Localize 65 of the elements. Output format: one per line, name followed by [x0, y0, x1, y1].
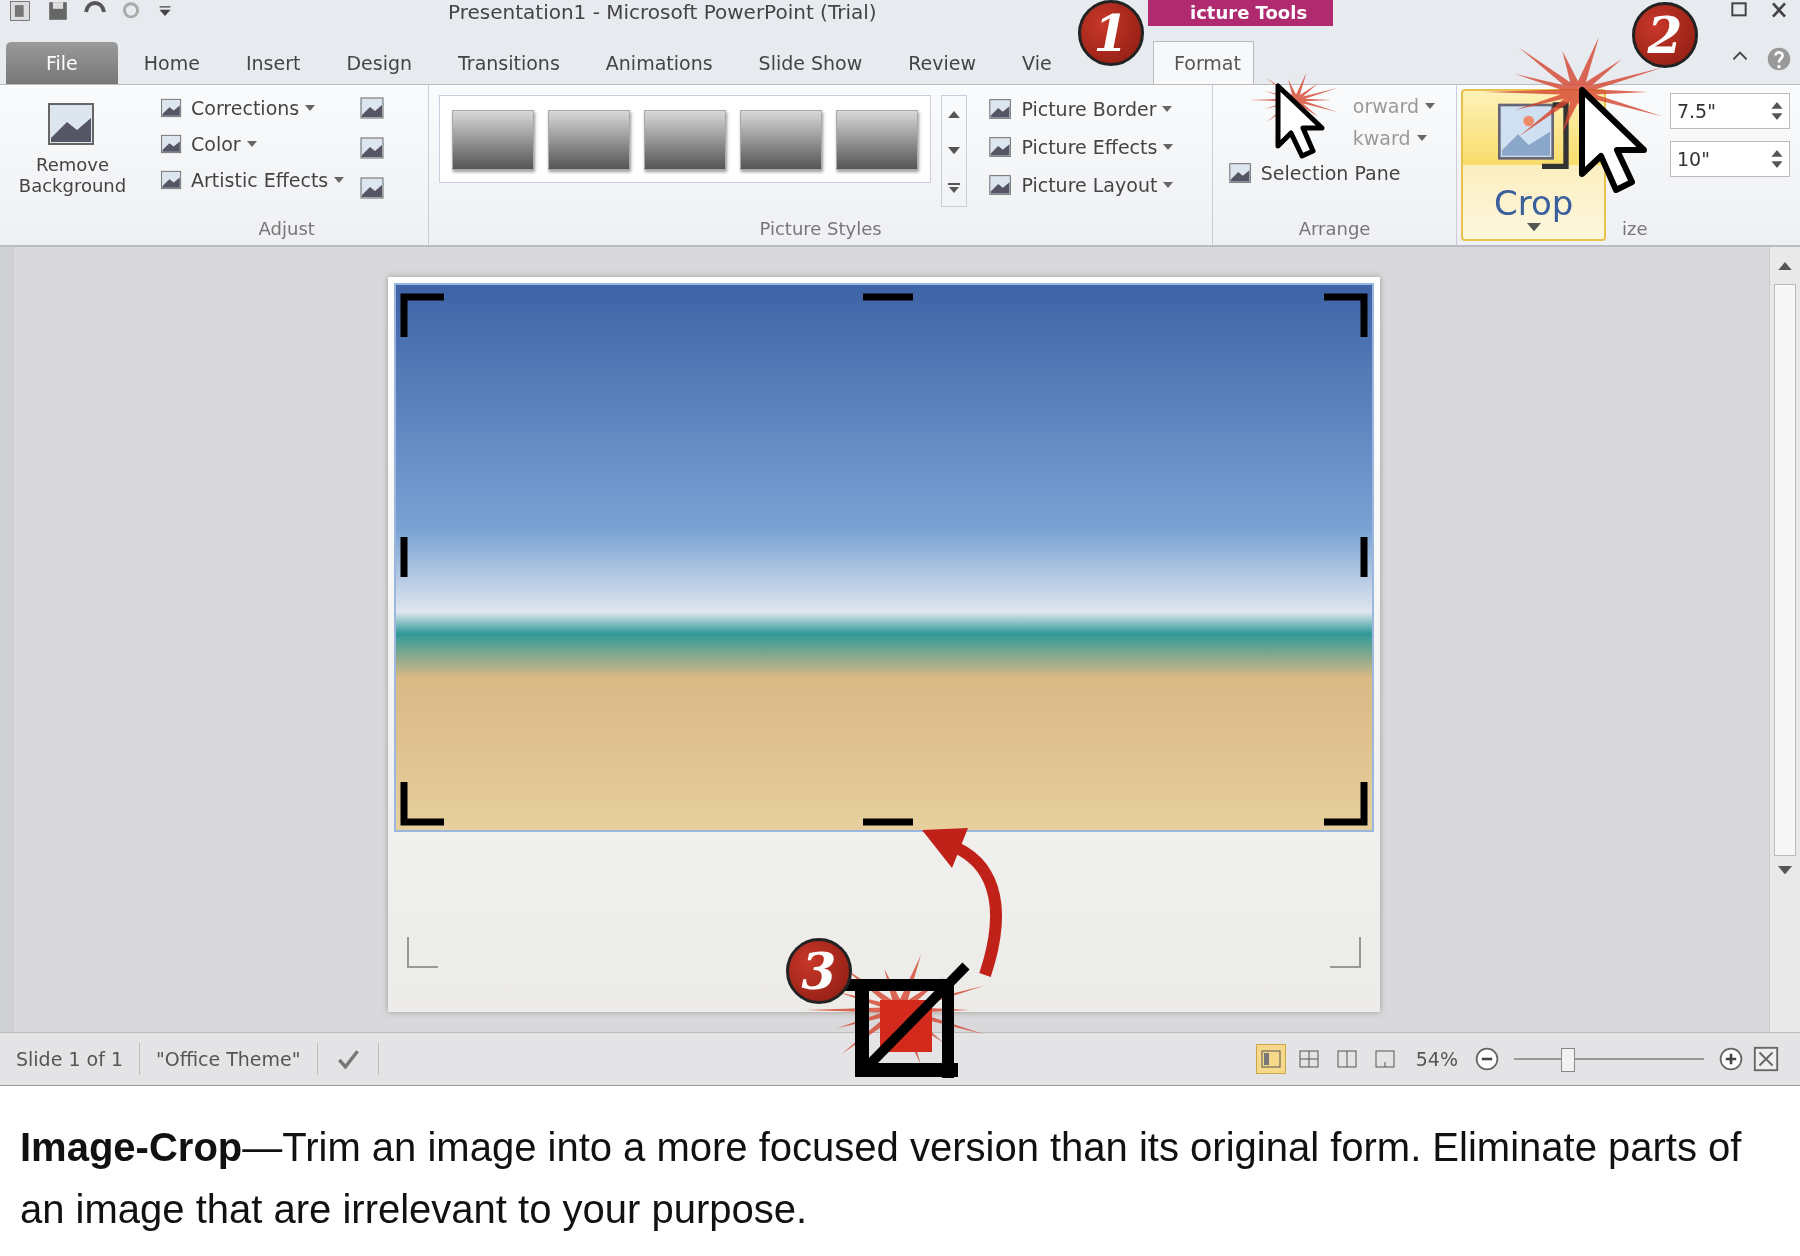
ribbon-tab[interactable]: Animations [585, 42, 733, 84]
scrollbar-thumb[interactable] [1774, 284, 1796, 856]
ribbon-tab[interactable]: Review [888, 42, 997, 84]
ribbon-tab[interactable]: Design [326, 42, 432, 84]
ribbon-tab[interactable]: Home [123, 42, 220, 84]
group-label: Arrange [1297, 218, 1372, 241]
spinner-arrows-icon[interactable] [1771, 149, 1783, 169]
dropdown-arrow-icon [1416, 135, 1427, 141]
size-field[interactable]: 10" [1670, 141, 1790, 177]
ribbon-tab[interactable]: Insert [225, 42, 321, 84]
ribbon-tab[interactable]: Slide Show [738, 42, 883, 84]
zoom-out-icon [1474, 1046, 1500, 1072]
dropdown-arrow-icon [305, 105, 316, 111]
ribbon-tab[interactable]: Transitions [438, 42, 580, 84]
caption-text: Image-Crop—Trim an image into a more focused version than its original form. Eliminate parts of an image that are irrelevant to your purpose. [19, 1124, 1743, 1233]
picture-style-thumbnail[interactable] [836, 110, 919, 170]
zoom-slider-thumb[interactable] [1561, 1048, 1576, 1072]
picture-command[interactable]: Picture Border [983, 93, 1178, 125]
dropdown-arrow-icon [246, 141, 257, 147]
picture-command[interactable]: Picture Layout [983, 169, 1178, 201]
zoom-level: 54% [1415, 1048, 1458, 1070]
picture-style-thumbnail[interactable] [452, 110, 535, 170]
adjust-command[interactable]: Artistic Effects [155, 165, 349, 195]
scroll-up-icon[interactable] [1778, 261, 1792, 270]
dropdown-arrow-icon[interactable] [1526, 223, 1541, 232]
ribbon-tab[interactable]: File [6, 42, 118, 84]
remove-background-button[interactable]: Remove Background [10, 93, 135, 245]
cursor-icon [1275, 83, 1325, 159]
picture-tools-header: icture Tools [1148, 0, 1333, 26]
fit-to-window-icon [1752, 1045, 1780, 1073]
picture-style-thumbnail[interactable] [548, 110, 631, 170]
group-label: Picture Styles [758, 218, 883, 241]
scroll-down-icon[interactable] [1778, 866, 1792, 875]
corner-mark [1329, 936, 1361, 968]
app-icon [8, 0, 32, 22]
arrange-command[interactable]: Selection Pane [1222, 157, 1439, 189]
adjust-command[interactable]: Color [155, 129, 349, 159]
dropdown-arrow-icon [1163, 182, 1174, 188]
adjust-command[interactable]: Corrections [155, 93, 349, 123]
picture-command[interactable]: Picture Effects [983, 131, 1178, 163]
ribbon-tab[interactable]: Vie [1002, 42, 1052, 84]
view-button[interactable] [1255, 1044, 1286, 1074]
cursor-icon [1579, 87, 1647, 193]
scroll-up-icon[interactable] [948, 110, 961, 118]
ribbon-tab[interactable]: Format [1153, 41, 1254, 84]
dropdown-arrow-icon [1424, 103, 1435, 109]
undo-icon[interactable] [84, 0, 106, 14]
scroll-down-icon[interactable] [948, 147, 961, 155]
zoom-in-icon [1718, 1046, 1744, 1072]
theme-name: "Office Theme" [140, 1043, 318, 1075]
group-label: Adjust [257, 218, 316, 241]
size-field[interactable]: 7.5" [1670, 93, 1790, 129]
corner-mark [407, 936, 439, 968]
dropdown-arrow-icon [334, 177, 345, 183]
help-icon [1766, 46, 1792, 72]
picture-style-thumbnail[interactable] [740, 110, 823, 170]
save-icon [46, 0, 70, 22]
dropdown-arrow-icon [1162, 106, 1173, 112]
picture-style-thumbnail[interactable] [644, 110, 727, 170]
more-icon[interactable] [948, 182, 961, 193]
group-label: ize [1621, 218, 1649, 241]
spinner-arrows-icon[interactable] [1771, 101, 1783, 121]
dropdown-arrow-icon [1163, 144, 1174, 150]
slide-counter: Slide 1 of 1 [0, 1043, 140, 1075]
window-title: Presentation1 - Microsoft PowerPoint (Trial) [448, 0, 878, 24]
